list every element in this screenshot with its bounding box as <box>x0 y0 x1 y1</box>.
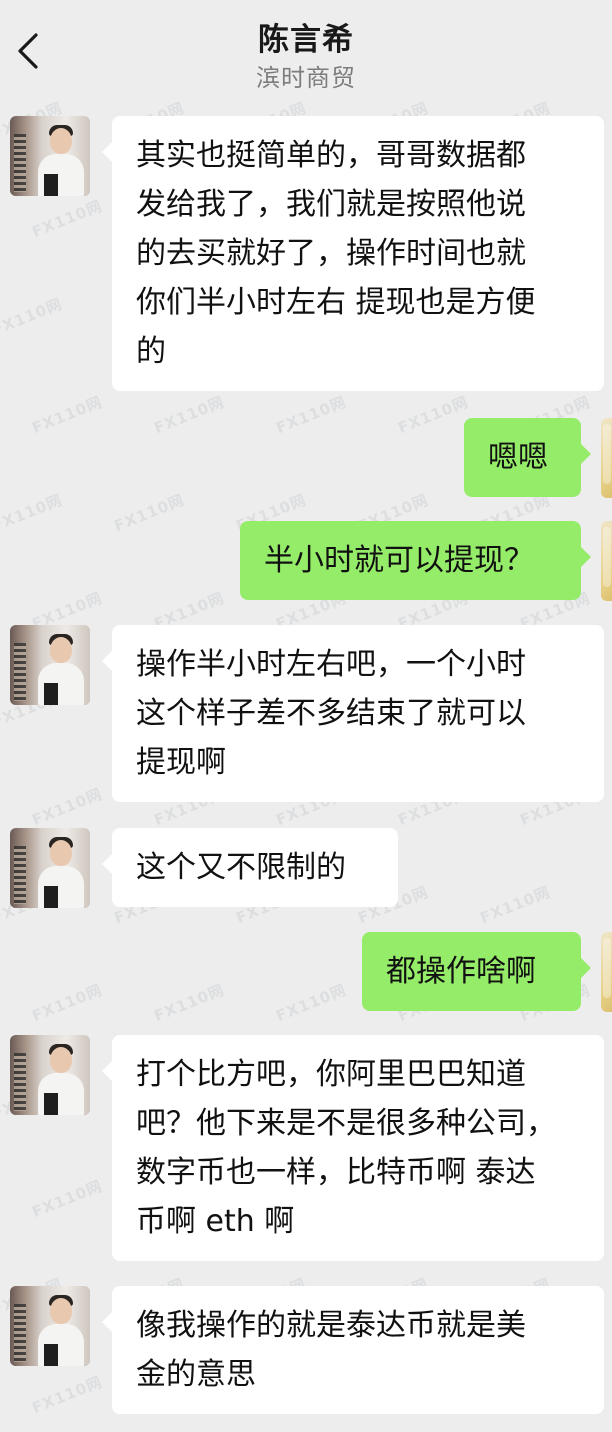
contact-avatar[interactable] <box>10 1286 90 1366</box>
watermark-text: FX110网 <box>273 392 349 438</box>
message-bubble[interactable]: 操作半小时左右吧，一个小时 这个样子差不多结束了就可以 提现啊 <box>102 625 604 802</box>
watermark-text: FX110网 <box>29 1372 105 1418</box>
contact-avatar[interactable] <box>10 1035 90 1115</box>
watermark-text: FX110网 <box>395 392 471 438</box>
message-bubble[interactable]: 这个又不限制的 <box>102 828 398 907</box>
message-bubble[interactable]: 嗯嗯 <box>464 418 591 497</box>
contact-avatar[interactable] <box>10 828 90 908</box>
watermark-text: FX110网 <box>29 392 105 438</box>
watermark-text: FX110网 <box>29 784 105 830</box>
contact-avatar[interactable] <box>10 625 90 705</box>
watermark-text: FX110网 <box>29 196 105 242</box>
self-avatar[interactable] <box>601 932 612 1012</box>
message-bubble[interactable]: 像我操作的就是泰达币就是美 金的意思 <box>102 1286 604 1414</box>
contact-company: 滨时商贸 <box>256 64 356 92</box>
watermark-text: FX110网 <box>0 490 65 536</box>
watermark-text: FX110网 <box>151 980 227 1026</box>
contact-avatar[interactable] <box>10 116 90 196</box>
message-bubble[interactable]: 半小时就可以提现？ <box>240 521 591 600</box>
self-avatar[interactable] <box>601 418 612 498</box>
watermark-text: FX110网 <box>273 980 349 1026</box>
watermark-text: FX110网 <box>151 392 227 438</box>
message-bubble[interactable]: 打个比方吧，你阿里巴巴知道 吧？他下来是不是很多种公司， 数字币也一样，比特币啊… <box>102 1035 604 1261</box>
watermark-text: FX110网 <box>29 980 105 1026</box>
chat-header: 陈言希 滨时商贸 <box>0 0 612 100</box>
contact-name: 陈言希 <box>258 22 354 58</box>
watermark-text: FX110网 <box>111 490 187 536</box>
self-avatar[interactable] <box>601 521 612 601</box>
watermark-text: FX110网 <box>29 1176 105 1222</box>
watermark-text: FX110网 <box>477 882 553 928</box>
watermark-text: FX110网 <box>0 294 65 340</box>
message-bubble[interactable]: 都操作啥啊 <box>362 932 591 1011</box>
chat-screen: 陈言希 滨时商贸 FX110网 FX110网 FX110网 FX110网 FX110网 F… <box>0 0 612 1432</box>
message-bubble[interactable]: 其实也挺简单的，哥哥数据都 发给我了，我们就是按照他说 的去买就好了，操作时间也… <box>102 116 604 391</box>
